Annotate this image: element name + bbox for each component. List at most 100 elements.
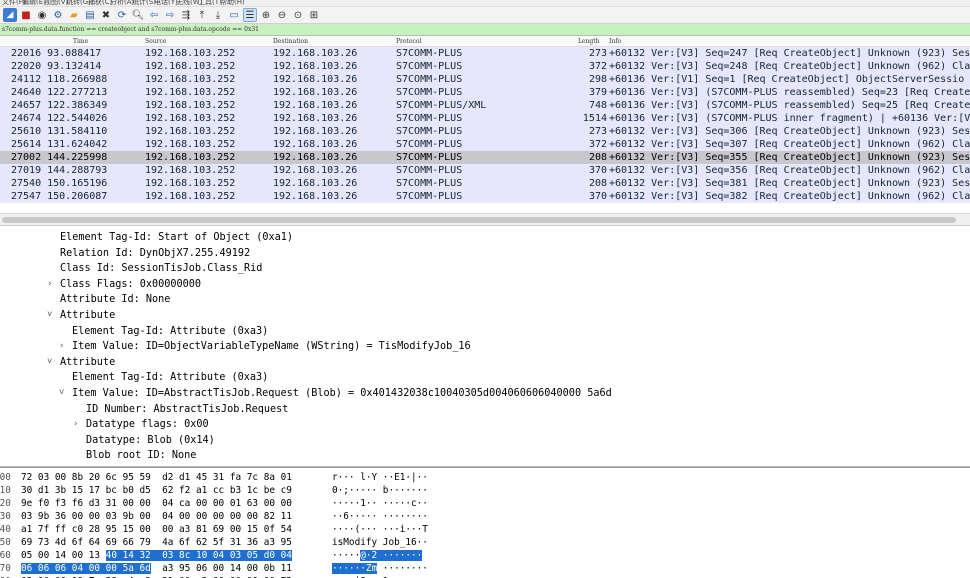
detail-tree-item[interactable]: › Datatype flags: 0x00: [0, 417, 970, 433]
detail-tree-item[interactable]: ˅ Item Value: ID=AbstractTisJob.Request (…: [0, 386, 970, 402]
resize-columns-icon[interactable]: ⊞: [307, 8, 321, 22]
detail-tree-item[interactable]: Datatype: Blob (0x14): [0, 433, 970, 449]
detail-tree-item[interactable]: Blob root ID: None: [0, 448, 970, 464]
ascii-highlight: @·2 ·······: [360, 550, 423, 561]
col-header-time[interactable]: Time: [73, 38, 88, 45]
col-header-source[interactable]: Source: [145, 38, 166, 45]
menu-item[interactable]: 工具(T): [198, 0, 222, 6]
packet-row[interactable]: 22020 93.1324142202093.132414192.168.103…: [0, 60, 970, 73]
zoom-out-icon[interactable]: ⊖: [275, 8, 289, 22]
packet-time: 25614 131.624042: [11, 139, 108, 150]
byte-ascii[interactable]: ······Zm ········: [332, 562, 428, 575]
detail-tree-item[interactable]: ˅ Attribute: [0, 355, 970, 371]
packet-row[interactable]: 27547 150.20608727547150.206087192.168.1…: [0, 190, 970, 203]
byte-ascii[interactable]: 0·;····· b·······: [332, 484, 428, 497]
packet-row[interactable]: 27540 150.16519627540150.165196192.168.1…: [0, 177, 970, 190]
byte-ascii[interactable]: isModify Job_16··: [332, 536, 428, 549]
byte-row: 070 06 06 06 04 00 00 5a 6d a3 95 06 00 1…: [0, 562, 970, 575]
byte-hex[interactable]: a1 7f ff c0 28 95 15 00 00 a3 81 69 00 1…: [21, 523, 292, 536]
packet-list-hscrollbar[interactable]: [0, 213, 970, 225]
packet-row[interactable]: 27002 144.22599827002144.225998192.168.1…: [0, 151, 970, 164]
stop-icon[interactable]: ■: [19, 8, 33, 22]
scroll-thumb[interactable]: [2, 217, 956, 223]
menu-item[interactable]: 电话(Y): [154, 0, 178, 6]
detail-tree-item[interactable]: Attribute Id: None: [0, 292, 970, 308]
restart-icon[interactable]: ◉: [35, 8, 49, 22]
detail-tree-item[interactable]: › Item Value: ID=ObjectVariableTypeName (…: [0, 339, 970, 355]
find-icon[interactable]: 🔍︎: [131, 8, 145, 22]
menu-item[interactable]: 视图(V): [44, 0, 68, 6]
shark-fin-icon[interactable]: ◢: [3, 8, 17, 22]
autoscroll-icon[interactable]: ▭: [227, 8, 241, 22]
menu-item[interactable]: 编辑(E): [22, 0, 46, 6]
detail-tree-item[interactable]: Element Tag-Id: Attribute (0xa3): [0, 324, 970, 340]
detail-tree-item[interactable]: ID Number: AbstractTisJob.Request: [0, 402, 970, 418]
options-icon[interactable]: ⚙: [51, 8, 65, 22]
menu-item[interactable]: 捕获(C): [88, 0, 112, 6]
last-icon[interactable]: ⤓: [211, 8, 225, 22]
byte-ascii[interactable]: ····(··· ···i···T: [332, 523, 428, 536]
byte-hex[interactable]: 9e f0 f3 f6 d3 31 00 00 04 ca 00 00 01 6…: [21, 497, 292, 510]
packet-row[interactable]: 25610 131.58411025610131.584110192.168.1…: [0, 125, 970, 138]
packet-row[interactable]: 24674 122.54402624674122.544026192.168.1…: [0, 112, 970, 125]
expand-arrow-icon[interactable]: ›: [59, 339, 64, 355]
close-file-icon[interactable]: ✖: [99, 8, 113, 22]
detail-tree-item[interactable]: Element Tag-Id: Start of Object (0xa1): [0, 230, 970, 246]
packet-destination: 192.168.103.26: [273, 100, 358, 111]
byte-hex[interactable]: 03 9b 36 00 00 03 9b 00 04 00 00 00 00 0…: [21, 510, 292, 523]
open-folder-icon[interactable]: ▰: [67, 8, 81, 22]
col-header-info[interactable]: Info: [609, 38, 621, 45]
first-icon[interactable]: ⤒: [195, 8, 209, 22]
detail-text: Element Tag-Id: Attribute (0xa3): [72, 325, 269, 337]
zoom-in-icon[interactable]: ⊕: [259, 8, 273, 22]
detail-tree-item[interactable]: › Class Flags: 0x00000000: [0, 277, 970, 293]
packet-info: +60136 Ver:[V1] Seq=1 [Req CreateObject]…: [609, 74, 965, 85]
menu-item[interactable]: 统计(S): [132, 0, 156, 6]
colorize-icon[interactable]: ☰: [243, 8, 257, 22]
col-header-destination[interactable]: Destination: [273, 38, 308, 45]
col-header-length[interactable]: Length: [578, 38, 600, 45]
hex-plain: 72 03 00 8b 20 6c 95 59 d2 d1 45 31 fa 7…: [21, 472, 292, 483]
byte-ascii[interactable]: r··· l·Y ··E1·|··: [332, 471, 428, 484]
byte-hex[interactable]: 30 d1 3b 15 17 bc b0 d5 62 f2 a1 cc b3 1…: [21, 484, 292, 497]
packet-row[interactable]: 25614 131.62404225614131.624042192.168.1…: [0, 138, 970, 151]
packet-length: 298: [588, 74, 607, 85]
packet-protocol: S7COMM-PLUS: [396, 61, 463, 72]
expand-arrow-icon[interactable]: ›: [47, 277, 52, 293]
packet-row[interactable]: 24657 122.38634924657122.386349192.168.1…: [0, 99, 970, 112]
byte-ascii[interactable]: ·····@·2 ·······: [332, 549, 423, 562]
packet-time: 24674 122.544026: [11, 113, 108, 124]
reload-icon[interactable]: ⟳: [115, 8, 129, 22]
expand-arrow-icon[interactable]: ˅: [47, 355, 52, 371]
detail-tree-item[interactable]: Relation Id: DynObjX7.255.49192: [0, 246, 970, 262]
detail-tree-item[interactable]: Blob size: 19: [0, 464, 970, 467]
expand-arrow-icon[interactable]: ›: [73, 417, 78, 433]
goto-icon[interactable]: ⇶: [179, 8, 193, 22]
byte-hex[interactable]: 06 06 06 04 00 00 5a 6d a3 95 06 00 14 0…: [21, 562, 292, 575]
zoom-reset-icon[interactable]: ⊙: [291, 8, 305, 22]
byte-hex[interactable]: 72 03 00 8b 20 6c 95 59 d2 d1 45 31 fa 7…: [21, 471, 292, 484]
expand-arrow-icon[interactable]: ˅: [47, 308, 52, 324]
byte-ascii[interactable]: ·····1·· ·····c··: [332, 497, 428, 510]
back-icon[interactable]: ⇦: [147, 8, 161, 22]
byte-hex[interactable]: 05 00 14 00 13 40 14 32 03 8c 10 04 03 0…: [21, 549, 292, 562]
packet-protocol: S7COMM-PLUS: [396, 126, 463, 137]
expand-arrow-icon[interactable]: ˅: [59, 386, 64, 402]
packet-info: +60132 Ver:[V3] Seq=306 [Req CreateObjec…: [609, 126, 970, 137]
forward-icon[interactable]: ⇨: [163, 8, 177, 22]
packet-row[interactable]: 24640 122.27721324640122.277213192.168.1…: [0, 86, 970, 99]
display-filter-input[interactable]: s7comm-plus.data.function == createobjec…: [0, 24, 970, 36]
menu-item[interactable]: 分析(A): [110, 0, 134, 6]
byte-ascii[interactable]: ··6····· ········: [332, 510, 428, 523]
packet-info: +60132 Ver:[V3] Seq=248 [Req CreateObjec…: [609, 61, 970, 72]
packet-row[interactable]: 27019 144.28879327019144.288793192.168.1…: [0, 164, 970, 177]
packet-row[interactable]: 22016 93.0884172201693.088417192.168.103…: [0, 47, 970, 60]
packet-row[interactable]: 24112 118.26698824112118.266988192.168.1…: [0, 73, 970, 86]
detail-tree-item[interactable]: Element Tag-Id: Attribute (0xa3): [0, 370, 970, 386]
detail-tree-item[interactable]: ˅ Attribute: [0, 308, 970, 324]
col-header-protocol[interactable]: Protocol: [396, 38, 421, 45]
detail-tree-item[interactable]: Class Id: SessionTisJob.Class_Rid: [0, 261, 970, 277]
menu-item[interactable]: 帮助(H): [220, 0, 245, 6]
save-icon[interactable]: ▤: [83, 8, 97, 22]
byte-hex[interactable]: 69 73 4d 6f 64 69 66 79 4a 6f 62 5f 31 3…: [21, 536, 292, 549]
